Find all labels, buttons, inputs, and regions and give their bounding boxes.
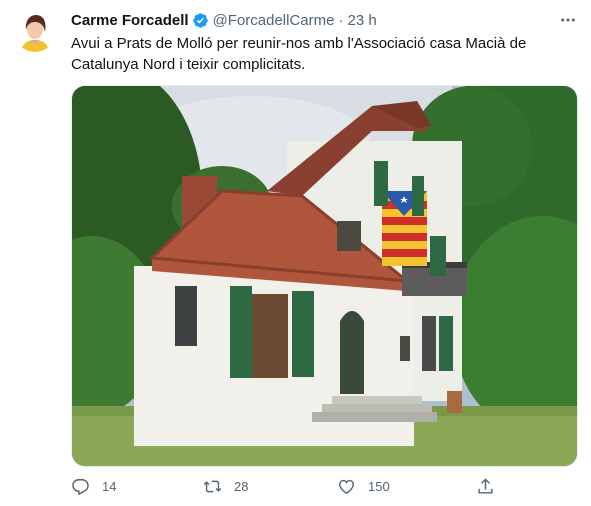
- reply-count: 14: [102, 479, 117, 494]
- tweet-actions: 14 28 150: [71, 477, 501, 497]
- author-name[interactable]: Carme Forcadell: [71, 12, 189, 29]
- avatar[interactable]: [14, 10, 56, 52]
- like-button[interactable]: 150: [337, 477, 390, 496]
- verified-badge-icon: [192, 12, 208, 28]
- tweet-photo[interactable]: [71, 85, 578, 467]
- timestamp[interactable]: 23 h: [347, 12, 376, 29]
- reply-button[interactable]: 14: [71, 477, 116, 496]
- reply-icon: [72, 479, 89, 496]
- tweet-card[interactable]: Carme Forcadell @ForcadellCarme · 23 h A…: [0, 0, 591, 506]
- more-options-button[interactable]: [556, 8, 580, 32]
- tweet-text-line: Avui a Prats de Molló per reunir-nos amb…: [71, 35, 527, 52]
- share-icon: [478, 478, 493, 494]
- author-handle[interactable]: @ForcadellCarme: [213, 12, 335, 29]
- heart-icon: [339, 479, 354, 495]
- house-photo-image: [72, 86, 577, 466]
- separator-dot: ·: [338, 11, 344, 29]
- like-count: 150: [368, 479, 390, 494]
- tweet-text: Avui a Prats de Molló per reunir-nos amb…: [71, 33, 541, 75]
- more-options-icon: [561, 18, 575, 22]
- retweet-count: 28: [234, 479, 249, 494]
- tweet-text-line: Catalunya Nord i teixir complicitats.: [71, 56, 306, 73]
- retweet-button[interactable]: 28: [203, 477, 248, 496]
- share-button[interactable]: [476, 477, 495, 496]
- tweet-header: Carme Forcadell @ForcadellCarme · 23 h: [71, 10, 377, 30]
- retweet-icon: [203, 480, 222, 493]
